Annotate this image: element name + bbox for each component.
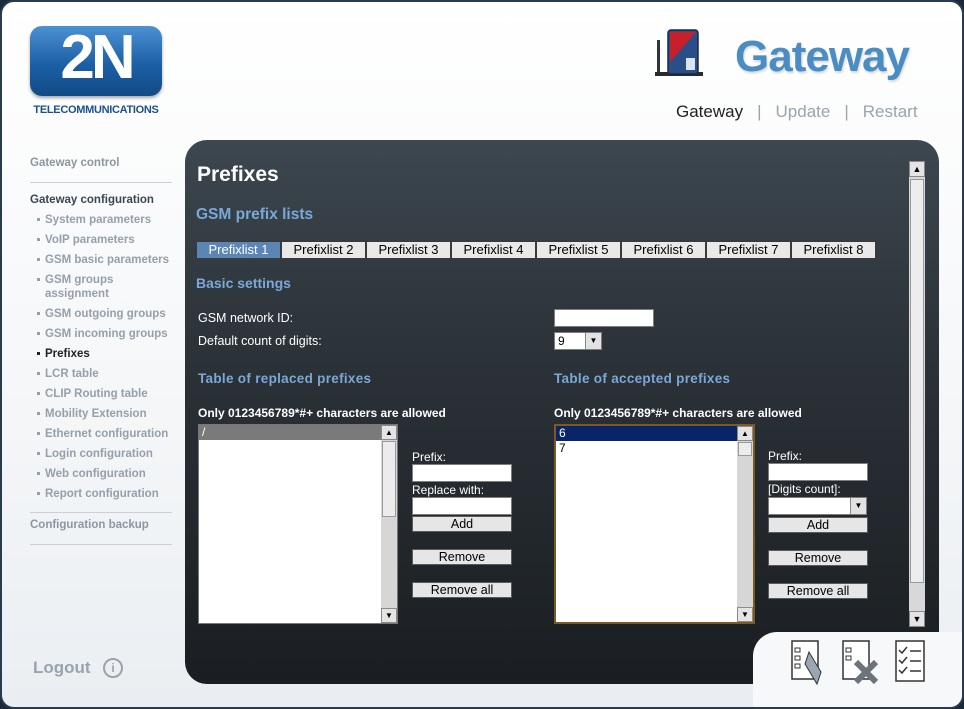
list-item[interactable]: / [199,425,381,440]
sidebar-item-mobility-extension[interactable]: Mobility Extension [30,404,172,424]
replaced-prefix-label: Prefix: [412,450,447,464]
scroll-down-arrow-icon[interactable]: ▼ [737,607,753,622]
tab-prefixlist-8[interactable]: Prefixlist 8 [791,241,876,259]
replaced-remove-all-button[interactable]: Remove all [412,582,512,598]
scroll-up-arrow-icon[interactable]: ▲ [381,425,397,440]
accepted-remove-all-button[interactable]: Remove all [768,583,868,599]
section-title-prefix-lists: GSM prefix lists [196,206,314,223]
default-digits-value: 9 [558,334,565,348]
list-scrollbar[interactable]: ▲ ▼ [381,425,397,623]
replaced-prefixes-note: Only 0123456789*#+ characters are allowe… [198,406,446,420]
accepted-prefix-input[interactable] [768,463,868,481]
accepted-remove-button[interactable]: Remove [768,550,868,566]
tab-prefixlist-1[interactable]: Prefixlist 1 [196,241,281,259]
logo-text: 2N [60,23,135,92]
gsm-network-id-input[interactable] [554,309,654,327]
page-title: Prefixes [197,163,279,186]
scroll-thumb[interactable] [910,179,924,583]
scroll-down-arrow-icon[interactable]: ▼ [381,608,397,623]
sidebar-item-prefixes[interactable]: Prefixes [30,344,172,364]
scroll-thumb[interactable] [738,442,752,456]
sidebar-item-ethernet-configuration[interactable]: Ethernet configuration [30,424,172,444]
digits-count-label: [Digits count]: [768,482,841,496]
accepted-prefixes-title: Table of accepted prefixes [554,371,731,386]
replaced-prefixes-title: Table of replaced prefixes [198,371,372,386]
prefixlist-tabs: Prefixlist 1 Prefixlist 2 Prefixlist 3 P… [196,241,876,259]
accepted-prefixes-list[interactable]: 6 7 ▲ ▼ [554,424,755,624]
checklist-icon[interactable] [892,638,930,686]
digits-count-select[interactable]: ▼ [768,497,867,515]
accepted-prefixes-note: Only 0123456789*#+ characters are allowe… [554,406,802,420]
gsm-network-id-label: GSM network ID: [198,311,294,325]
scroll-up-arrow-icon[interactable]: ▲ [737,426,753,441]
sidebar-gateway-configuration[interactable]: Gateway configuration [30,189,172,210]
nav-separator: | [844,102,849,121]
scroll-down-arrow-icon[interactable]: ▼ [909,611,925,627]
sidebar-configuration-backup[interactable]: Configuration backup [30,519,172,545]
tab-prefixlist-6[interactable]: Prefixlist 6 [621,241,706,259]
tab-prefixlist-5[interactable]: Prefixlist 5 [536,241,621,259]
list-scrollbar[interactable]: ▲ ▼ [737,426,753,622]
list-item[interactable]: 7 [556,441,737,456]
nav-update[interactable]: Update [776,102,831,121]
cancel-config-icon[interactable] [840,638,878,686]
replaced-prefixes-list[interactable]: / ▲ ▼ [198,424,398,624]
accepted-add-button[interactable]: Add [768,517,868,533]
sidebar-item-clip-routing-table[interactable]: CLIP Routing table [30,384,172,404]
sidebar-item-gsm-basic-parameters[interactable]: GSM basic parameters [30,250,172,270]
default-digits-label: Default count of digits: [198,334,322,348]
replace-with-input[interactable] [412,497,512,515]
list-item[interactable]: 6 [556,426,737,441]
nav-gateway[interactable]: Gateway [676,102,743,121]
sidebar: Gateway control Gateway configuration Sy… [30,152,172,551]
replaced-prefix-input[interactable] [412,464,512,482]
sidebar-item-login-configuration[interactable]: Login configuration [30,444,172,464]
sidebar-item-report-configuration[interactable]: Report configuration [30,484,172,504]
chevron-down-icon[interactable]: ▼ [850,498,866,514]
logo-subtitle: TELECOMMUNICATIONS [33,104,159,116]
save-config-icon[interactable] [789,638,827,686]
tab-prefixlist-2[interactable]: Prefixlist 2 [281,241,366,259]
replaced-remove-button[interactable]: Remove [412,549,512,565]
section-title-basic-settings: Basic settings [196,275,291,291]
sidebar-item-web-configuration[interactable]: Web configuration [30,464,172,484]
sidebar-gateway-control[interactable]: Gateway control [30,152,172,183]
scroll-thumb[interactable] [382,441,396,517]
sidebar-divider [30,512,172,513]
gateway-device-icon [655,29,703,76]
logout-link[interactable]: Logout [33,658,91,678]
sidebar-item-gsm-groups-assignment[interactable]: GSM groups assignment [30,270,172,304]
tab-prefixlist-4[interactable]: Prefixlist 4 [451,241,536,259]
info-icon[interactable]: i [103,658,123,678]
scroll-up-arrow-icon[interactable]: ▲ [909,161,925,177]
tab-prefixlist-3[interactable]: Prefixlist 3 [366,241,451,259]
nav-restart[interactable]: Restart [863,102,918,121]
sidebar-item-gsm-outgoing-groups[interactable]: GSM outgoing groups [30,304,172,324]
sidebar-item-gsm-incoming-groups[interactable]: GSM incoming groups [30,324,172,344]
accepted-prefix-label: Prefix: [768,449,803,463]
default-digits-select[interactable]: 9 ▼ [554,332,602,350]
nav-separator: | [757,102,762,121]
top-navigation: Gateway | Update | Restart [676,102,918,122]
company-logo: 2N [30,23,162,96]
sidebar-item-system-parameters[interactable]: System parameters [30,210,172,230]
tab-prefixlist-7[interactable]: Prefixlist 7 [706,241,791,259]
app-window: 2N TELECOMMUNICATIONS Gateway Gateway | Up… [0,0,964,709]
replaced-add-button[interactable]: Add [412,516,512,532]
sidebar-item-voip-parameters[interactable]: VoIP parameters [30,230,172,250]
replace-with-label: Replace with: [412,483,485,497]
chevron-down-icon[interactable]: ▼ [585,333,601,349]
product-title: Gateway [735,32,910,81]
sidebar-item-lcr-table[interactable]: LCR table [30,364,172,384]
panel-scrollbar[interactable]: ▲ ▼ [909,161,925,627]
